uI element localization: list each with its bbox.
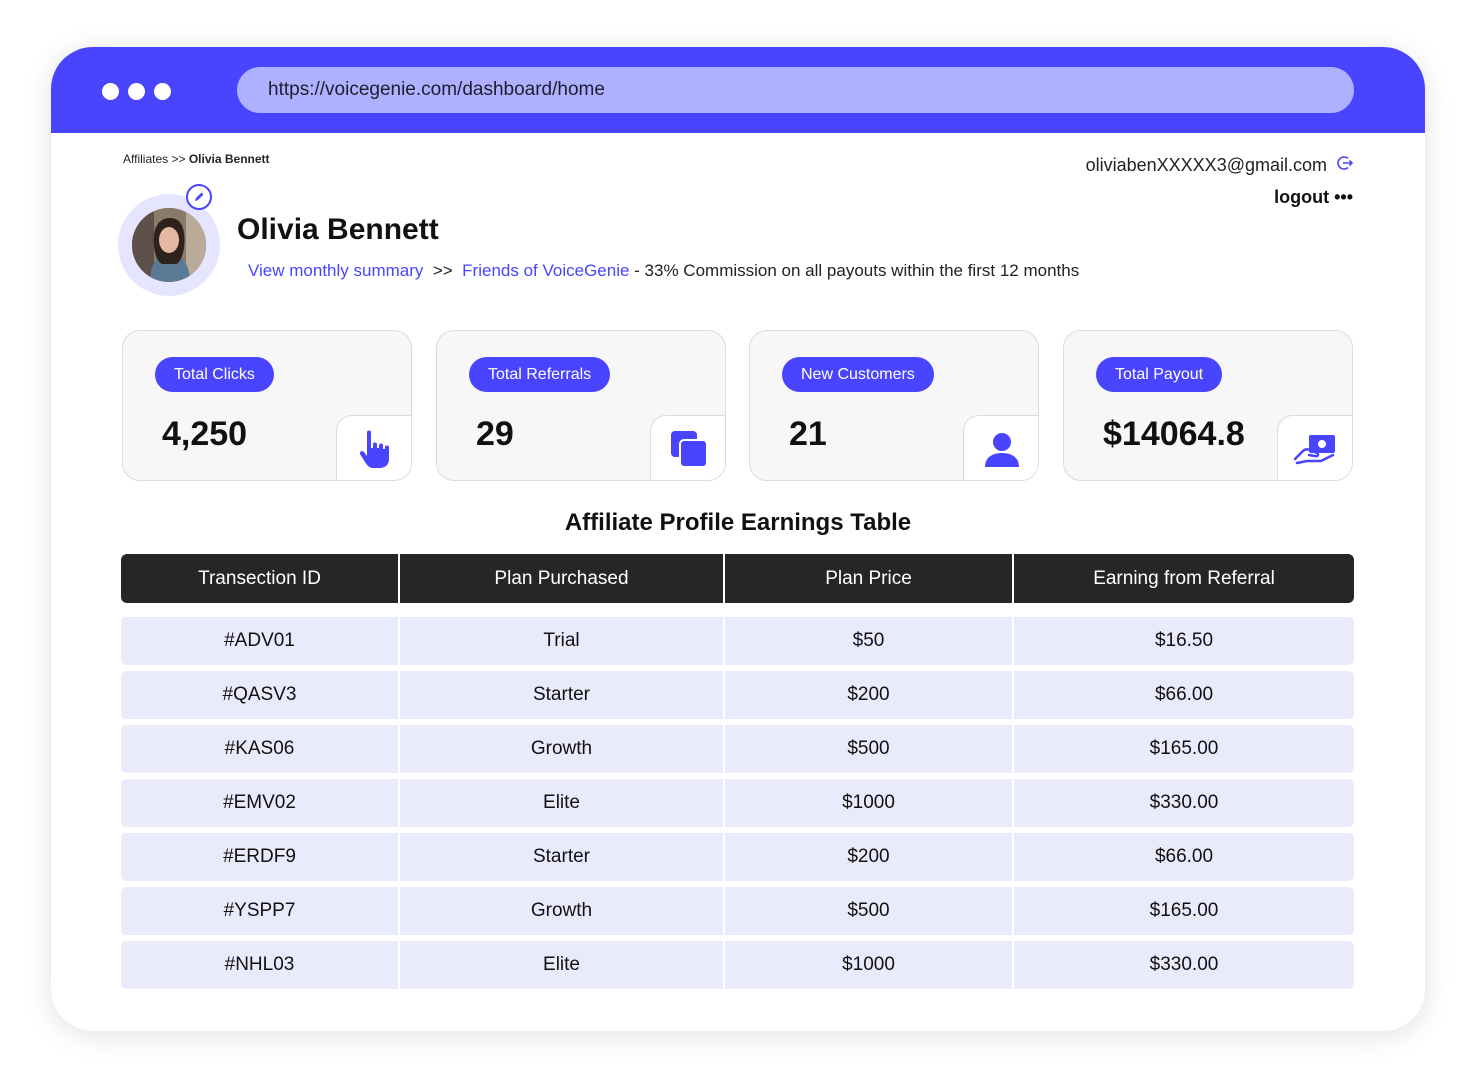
cell-earning: $165.00 bbox=[1149, 738, 1219, 759]
table-row[interactable]: #EMV02 Elite $1000 $330.00 bbox=[121, 779, 1354, 827]
cell-plan: Growth bbox=[400, 887, 725, 935]
stat-label: Total Referrals bbox=[469, 357, 611, 392]
url-bar[interactable]: https://voicegenie.com/dashboard/home bbox=[237, 67, 1354, 113]
cell-earning: $330.00 bbox=[1149, 954, 1219, 975]
earnings-table: Transection ID Plan Purchased Plan Price… bbox=[121, 554, 1354, 995]
cell-price: $500 bbox=[725, 725, 1014, 773]
window-dot-maximize[interactable] bbox=[154, 83, 171, 100]
cell-transaction-id: #EMV02 bbox=[121, 779, 400, 827]
cell-plan: Elite bbox=[400, 779, 725, 827]
cell-plan: Starter bbox=[400, 671, 725, 719]
column-header[interactable]: Transection ID bbox=[121, 554, 400, 603]
breadcrumb-parent[interactable]: Affiliates bbox=[123, 152, 168, 166]
cell-price: $1000 bbox=[725, 941, 1014, 989]
profile-name: Olivia Bennett bbox=[237, 213, 439, 246]
cell-price: $200 bbox=[725, 833, 1014, 881]
stat-card-new-customers: New Customers 21 bbox=[749, 330, 1039, 481]
avatar[interactable] bbox=[118, 194, 220, 296]
cell-plan: Elite bbox=[400, 941, 725, 989]
stat-value: 29 bbox=[476, 415, 514, 453]
cell-earning: $16.50 bbox=[1154, 630, 1214, 651]
program-link[interactable]: Friends of VoiceGenie bbox=[462, 261, 629, 280]
table-body: #ADV01 Trial $50 $16.50 #QASV3 Starter $… bbox=[121, 617, 1354, 989]
account-email: oliviabenXXXXX3@gmail.com bbox=[1085, 155, 1327, 175]
stat-card-total-clicks: Total Clicks 4,250 bbox=[122, 330, 412, 481]
stat-value: $14064.8 bbox=[1103, 415, 1245, 453]
cell-price: $50 bbox=[725, 617, 1014, 665]
stat-label: Total Clicks bbox=[155, 357, 274, 392]
stat-icon-box bbox=[1277, 415, 1352, 480]
breadcrumb-current: Olivia Bennett bbox=[188, 152, 270, 166]
user-icon bbox=[984, 432, 1019, 467]
stat-label: New Customers bbox=[782, 357, 934, 392]
cell-transaction-id: #QASV3 bbox=[121, 671, 400, 719]
stat-icon-box bbox=[336, 415, 411, 480]
window-controls bbox=[102, 83, 171, 100]
table-row[interactable]: #NHL03 Elite $1000 $330.00 bbox=[121, 941, 1354, 989]
table-title: Affiliate Profile Earnings Table bbox=[564, 509, 912, 536]
cell-plan: Starter bbox=[400, 833, 725, 881]
stat-icon-box bbox=[963, 415, 1038, 480]
stat-value: 21 bbox=[789, 415, 827, 453]
copy-squares-icon bbox=[670, 430, 708, 468]
cell-transaction-id: #ERDF9 bbox=[121, 833, 400, 881]
column-header[interactable]: Earning from Referral bbox=[1014, 554, 1354, 603]
view-monthly-summary-link[interactable]: View monthly summary bbox=[248, 261, 423, 280]
window-dot-minimize[interactable] bbox=[128, 83, 145, 100]
cell-plan: Trial bbox=[400, 617, 725, 665]
cell-plan: Growth bbox=[400, 725, 725, 773]
logout-button[interactable]: logout ••• bbox=[1274, 187, 1353, 208]
cell-transaction-id: #ADV01 bbox=[121, 617, 400, 665]
browser-window: https://voicegenie.com/dashboard/home Af… bbox=[51, 47, 1425, 1031]
table-header: Transection ID Plan Purchased Plan Price… bbox=[121, 554, 1354, 603]
cell-earning: $66.00 bbox=[1154, 846, 1214, 867]
column-header[interactable]: Plan Price bbox=[725, 554, 1014, 603]
account-email-row: oliviabenXXXXX3@gmail.com bbox=[1085, 155, 1354, 176]
stat-value: 4,250 bbox=[162, 415, 248, 453]
table-row[interactable]: #YSPP7 Growth $500 $165.00 bbox=[121, 887, 1354, 935]
breadcrumb-separator: >> bbox=[171, 152, 186, 166]
browser-titlebar: https://voicegenie.com/dashboard/home bbox=[51, 47, 1425, 133]
cell-price: $200 bbox=[725, 671, 1014, 719]
cell-price: $500 bbox=[725, 887, 1014, 935]
table-row[interactable]: #KAS06 Growth $500 $165.00 bbox=[121, 725, 1354, 773]
breadcrumb: Affiliates >> Olivia Bennett bbox=[123, 152, 270, 166]
subline-separator: >> bbox=[432, 261, 453, 280]
table-row[interactable]: #ADV01 Trial $50 $16.50 bbox=[121, 617, 1354, 665]
window-dot-close[interactable] bbox=[102, 83, 119, 100]
edit-avatar-button[interactable] bbox=[186, 184, 212, 210]
cell-earning: $330.00 bbox=[1149, 792, 1219, 813]
column-header[interactable]: Plan Purchased bbox=[400, 554, 725, 603]
cell-transaction-id: #YSPP7 bbox=[121, 887, 400, 935]
stat-card-total-referrals: Total Referrals 29 bbox=[436, 330, 726, 481]
table-row[interactable]: #ERDF9 Starter $200 $66.00 bbox=[121, 833, 1354, 881]
stat-icon-box bbox=[650, 415, 725, 480]
url-text: https://voicegenie.com/dashboard/home bbox=[268, 79, 605, 100]
cell-earning: $66.00 bbox=[1154, 684, 1214, 705]
cell-earning: $165.00 bbox=[1149, 900, 1219, 921]
cell-transaction-id: #NHL03 bbox=[121, 941, 400, 989]
cell-price: $1000 bbox=[725, 779, 1014, 827]
cell-transaction-id: #KAS06 bbox=[121, 725, 400, 773]
program-description: - 33% Commission on all payouts within t… bbox=[634, 261, 1080, 280]
cash-hand-icon bbox=[1293, 434, 1335, 464]
stat-label: Total Payout bbox=[1096, 357, 1223, 392]
logout-arrow-icon[interactable] bbox=[1337, 155, 1354, 176]
avatar-photo bbox=[132, 208, 206, 282]
profile-subline: View monthly summary >> Friends of Voice… bbox=[248, 261, 1079, 281]
stat-card-total-payout: Total Payout $14064.8 bbox=[1063, 330, 1353, 481]
pencil-icon bbox=[195, 192, 204, 201]
table-row[interactable]: #QASV3 Starter $200 $66.00 bbox=[121, 671, 1354, 719]
pointer-hand-icon bbox=[359, 430, 389, 468]
